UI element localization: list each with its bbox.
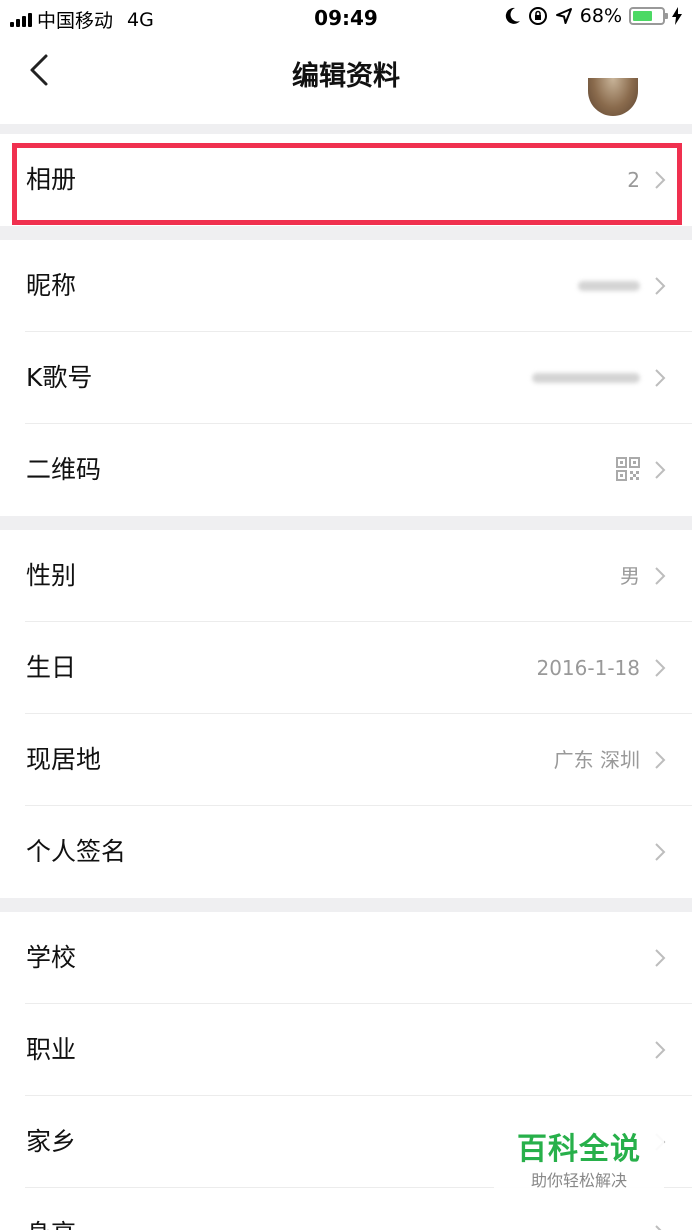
section-gap [0, 898, 692, 912]
status-bar: 中国移动 4G 09:49 68% [0, 0, 692, 36]
row-gender[interactable]: 性别 男 [0, 530, 692, 622]
chevron-right-icon [655, 751, 666, 769]
highlight-box [12, 143, 682, 225]
status-right: 68% [505, 5, 682, 27]
gender-value: 男 [620, 564, 640, 588]
row-label: K歌号 [26, 363, 93, 392]
row-birthday[interactable]: 生日 2016-1-18 [0, 622, 692, 714]
row-label: 家乡 [26, 1127, 77, 1156]
moon-icon [505, 7, 520, 24]
row-label: 性别 [26, 561, 77, 590]
row-label: 学校 [26, 943, 77, 972]
chevron-right-icon [655, 1225, 662, 1230]
row-signature[interactable]: 个人签名 [0, 806, 692, 898]
row-label: 身高 [26, 1188, 76, 1230]
chevron-right-icon [655, 949, 666, 967]
battery-percent: 68% [579, 5, 622, 27]
watermark-title: 百科全说 [517, 1132, 641, 1167]
battery-icon [629, 7, 668, 25]
row-kge-id[interactable]: K歌号 [0, 332, 692, 424]
row-label: 现居地 [26, 745, 102, 774]
row-school[interactable]: 学校 [0, 912, 692, 1004]
section-gap [0, 226, 692, 240]
section-gap [0, 516, 692, 530]
chevron-right-icon [655, 659, 666, 677]
row-occupation[interactable]: 职业 [0, 1004, 692, 1096]
chevron-right-icon [655, 369, 666, 387]
row-label: 二维码 [26, 455, 102, 484]
row-label: 生日 [26, 653, 77, 682]
watermark-subtitle: 助你轻松解决 [530, 1171, 627, 1190]
watermark-logo: 百科全说 助你轻松解决 [494, 1130, 664, 1202]
qrcode-icon [616, 457, 640, 481]
chevron-right-icon [655, 1041, 666, 1059]
charging-icon [672, 7, 682, 25]
row-label: 个人签名 [26, 837, 127, 866]
row-label: 职业 [26, 1035, 77, 1064]
kge-id-value-blurred [532, 373, 640, 383]
chevron-right-icon [655, 567, 666, 585]
location-icon [555, 8, 572, 24]
location-value: 广东 深圳 [553, 748, 640, 772]
chevron-right-icon [655, 461, 666, 479]
row-label: 昵称 [26, 271, 77, 300]
chevron-right-icon [655, 843, 666, 861]
chevron-right-icon [655, 277, 666, 295]
avatar[interactable] [588, 78, 638, 116]
row-qrcode[interactable]: 二维码 [0, 424, 692, 516]
rotation-lock-icon [528, 7, 547, 25]
row-nickname[interactable]: 昵称 [0, 240, 692, 332]
nickname-value-blurred [578, 281, 640, 291]
row-location[interactable]: 现居地 广东 深圳 [0, 714, 692, 806]
birthday-value: 2016-1-18 [536, 656, 640, 680]
